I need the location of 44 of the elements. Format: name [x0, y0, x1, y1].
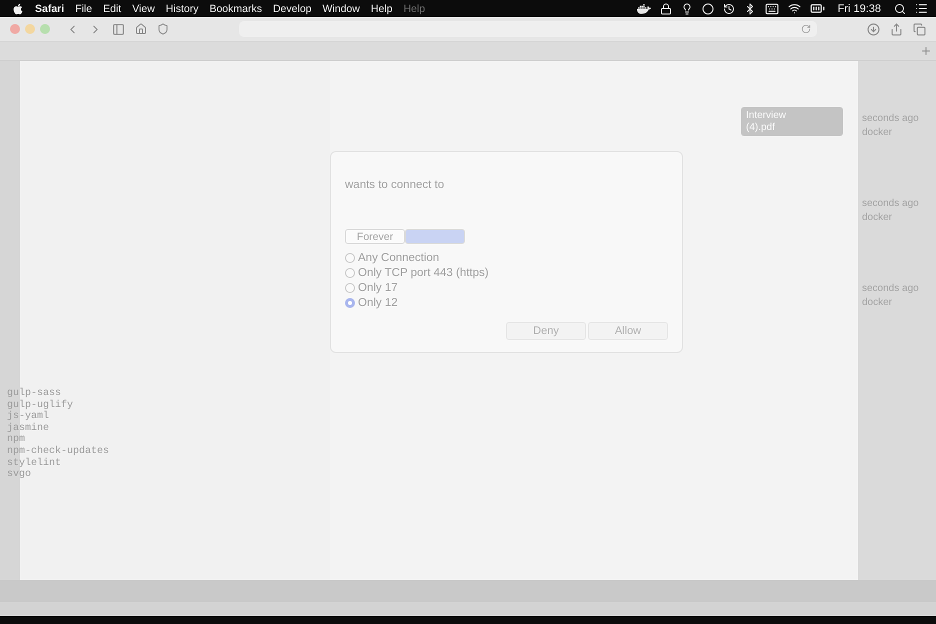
terminal-line: gulp-uglify: [7, 400, 74, 411]
radio-icon[interactable]: [345, 283, 355, 293]
terminal-line: svgo: [7, 470, 32, 481]
search-icon[interactable]: [894, 2, 906, 14]
radio-icon[interactable]: [345, 298, 355, 308]
address-field[interactable]: [239, 21, 817, 37]
shield-icon[interactable]: [157, 23, 169, 35]
menu-item[interactable]: Safari: [35, 2, 64, 14]
menu-item[interactable]: Help: [370, 2, 392, 14]
list-icon[interactable]: [915, 2, 928, 15]
terminal-line: npm: [7, 435, 26, 446]
tabs-icon[interactable]: [913, 22, 926, 36]
home-icon[interactable]: [135, 23, 147, 35]
menu-item[interactable]: Help: [403, 2, 426, 14]
radio-icon[interactable]: [345, 268, 355, 278]
plus-icon[interactable]: [920, 45, 932, 57]
lock-icon[interactable]: [660, 2, 672, 14]
terminal-line: js-yaml: [7, 412, 50, 422]
menu-item[interactable]: Develop: [272, 2, 312, 14]
terminal-line: npm-check-updates: [7, 446, 110, 458]
menu-item[interactable]: Bookmarks: [209, 2, 262, 14]
menu-clock[interactable]: Fri 19:38: [838, 2, 881, 14]
whale-icon[interactable]: [636, 2, 651, 16]
menu-item[interactable]: Edit: [103, 2, 122, 14]
terminal-line: stylelint: [7, 458, 62, 470]
menu-item[interactable]: File: [75, 2, 92, 14]
terminal-line: jasmine: [7, 424, 50, 434]
menu-item[interactable]: History: [166, 2, 198, 14]
circle-icon[interactable]: [702, 2, 714, 14]
close-icon[interactable]: [10, 24, 20, 34]
keyboard-icon[interactable]: [764, 2, 779, 16]
history-icon[interactable]: [722, 2, 735, 14]
radio-icon[interactable]: [345, 253, 355, 263]
menu-item[interactable]: View: [132, 2, 155, 14]
dialog-message: wants to connect to: [345, 179, 446, 191]
sidebar-icon[interactable]: [112, 22, 125, 36]
terminal-line: gulp-sass: [7, 389, 62, 400]
reload-icon[interactable]: [801, 24, 811, 34]
share-icon[interactable]: [890, 22, 903, 36]
download-icon[interactable]: [867, 22, 880, 36]
apple-icon[interactable]: [12, 2, 24, 14]
battery-icon[interactable]: [810, 1, 825, 16]
lightbulb-icon[interactable]: [680, 2, 693, 14]
menu-item[interactable]: Window: [322, 2, 360, 14]
